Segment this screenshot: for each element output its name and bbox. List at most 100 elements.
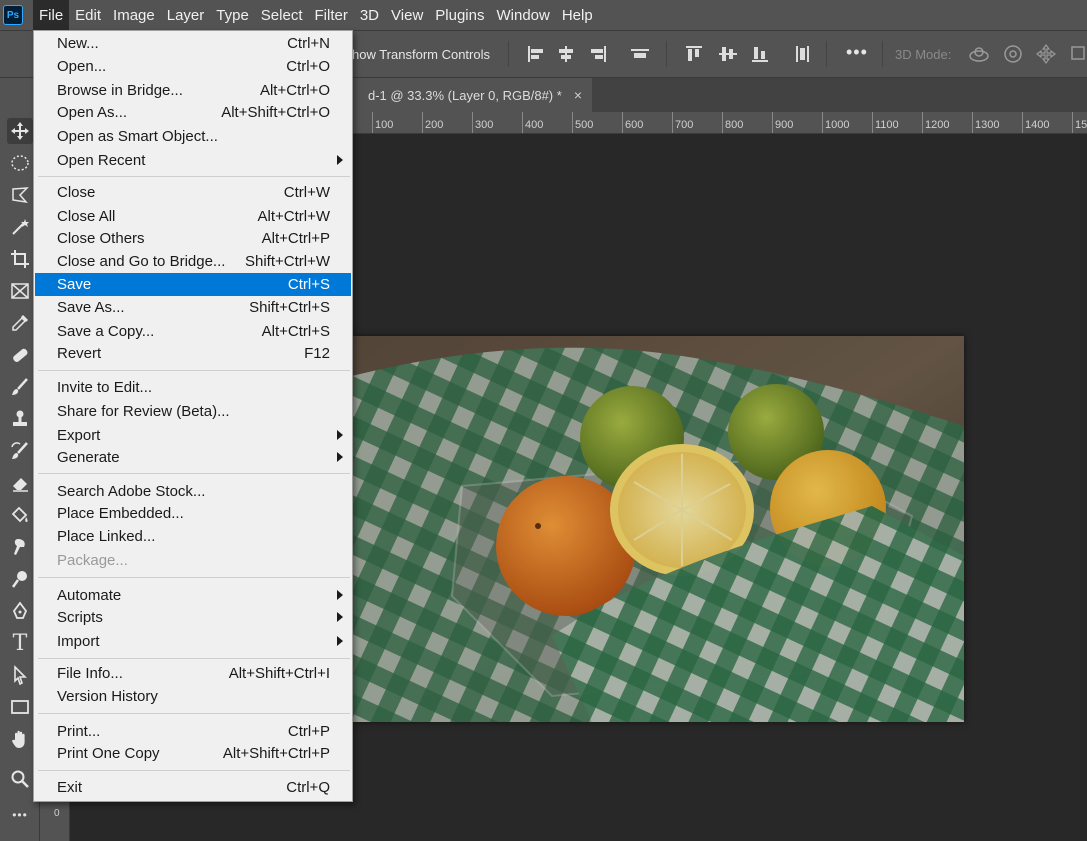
3d-slide-icon[interactable] <box>1068 43 1087 65</box>
history-brush-tool-icon[interactable] <box>7 438 33 464</box>
crop-tool-icon[interactable] <box>7 246 33 272</box>
menu-select[interactable]: Select <box>255 0 309 30</box>
3d-pan-icon[interactable] <box>1035 43 1057 65</box>
menu-window[interactable]: Window <box>490 0 555 30</box>
elliptical-marquee-tool-icon[interactable] <box>7 150 33 176</box>
menu-item-close-all[interactable]: Close All Alt+Ctrl+W <box>35 205 351 228</box>
3d-roll-icon[interactable] <box>1002 43 1024 65</box>
menu-item-shortcut: Alt+Ctrl+W <box>257 208 330 225</box>
distribute-vertically-icon[interactable] <box>792 45 812 63</box>
menu-item-invite-to-edit[interactable]: Invite to Edit... <box>35 376 351 399</box>
paint-bucket-tool-icon[interactable] <box>7 502 33 528</box>
document-image[interactable] <box>352 336 964 722</box>
menu-item-version-history[interactable]: Version History <box>35 685 351 708</box>
ruler-tick <box>1022 112 1023 133</box>
menu-help[interactable]: Help <box>556 0 599 30</box>
menu-item-browse-in-bridge[interactable]: Browse in Bridge... Alt+Ctrl+O <box>35 79 351 102</box>
type-tool-icon[interactable]: T <box>7 630 33 656</box>
lasso-tool-icon[interactable] <box>7 182 33 208</box>
close-icon[interactable]: × <box>574 87 582 103</box>
menu-item-generate[interactable]: Generate <box>35 446 351 469</box>
align-left-edges-icon[interactable] <box>526 45 546 63</box>
move-tool-icon[interactable] <box>7 118 33 144</box>
more-options-icon[interactable]: ••• <box>846 43 868 61</box>
menu-item-import[interactable]: Import <box>35 630 351 653</box>
menu-3d[interactable]: 3D <box>354 0 385 30</box>
brush-tool-icon[interactable] <box>7 374 33 400</box>
eyedropper-tool-icon[interactable] <box>7 310 33 336</box>
menu-item-print[interactable]: Print... Ctrl+P <box>35 720 351 743</box>
align-bottom-edges-icon[interactable] <box>750 45 770 63</box>
menu-item-close-and-go-to-bridge[interactable]: Close and Go to Bridge... Shift+Ctrl+W <box>35 250 351 273</box>
path-selection-tool-icon[interactable] <box>7 662 33 688</box>
ruler-label: 500 <box>575 119 594 131</box>
menu-item-open[interactable]: Open... Ctrl+O <box>35 55 351 78</box>
clone-stamp-tool-icon[interactable] <box>7 406 33 432</box>
healing-brush-tool-icon[interactable] <box>7 342 33 368</box>
menu-item-open-as-smart-object[interactable]: Open as Smart Object... <box>35 125 351 148</box>
align-horizontal-centers-icon[interactable] <box>556 45 576 63</box>
ruler-label: 700 <box>675 119 694 131</box>
menu-file[interactable]: File <box>33 0 70 30</box>
edit-toolbar-icon[interactable]: ••• <box>7 802 33 828</box>
menu-item-open-as[interactable]: Open As... Alt+Shift+Ctrl+O <box>35 101 351 124</box>
magic-wand-tool-icon[interactable] <box>7 214 33 240</box>
3d-mode-label: 3D Mode: <box>895 46 952 62</box>
eraser-tool-icon[interactable] <box>7 470 33 496</box>
menu-item-save-a-copy[interactable]: Save a Copy... Alt+Ctrl+S <box>35 320 351 343</box>
menu-item-search-adobe-stock[interactable]: Search Adobe Stock... <box>35 480 351 503</box>
menu-item-shortcut: Alt+Shift+Ctrl+P <box>222 745 330 762</box>
menu-separator <box>38 770 350 771</box>
ruler-label: 400 <box>525 119 544 131</box>
menu-layer[interactable]: Layer <box>161 0 211 30</box>
menu-item-share-for-review[interactable]: Share for Review (Beta)... <box>35 400 351 423</box>
menu-item-file-info[interactable]: File Info... Alt+Shift+Ctrl+I <box>35 662 351 685</box>
file-menu: New... Ctrl+N Open... Ctrl+O Browse in Bri… <box>33 30 353 802</box>
menu-item-print-one-copy[interactable]: Print One Copy Alt+Shift+Ctrl+P <box>35 742 351 765</box>
menu-item-scripts[interactable]: Scripts <box>35 606 351 629</box>
menu-item-save-as[interactable]: Save As... Shift+Ctrl+S <box>35 296 351 319</box>
hand-tool-icon[interactable] <box>7 726 33 752</box>
menu-separator <box>38 370 350 371</box>
ruler-label: 300 <box>475 119 494 131</box>
menu-item-save[interactable]: Save Ctrl+S <box>35 273 351 296</box>
menu-item-new[interactable]: New... Ctrl+N <box>35 32 351 55</box>
frame-tool-icon[interactable] <box>7 278 33 304</box>
menu-item-open-recent[interactable]: Open Recent <box>35 149 351 172</box>
pen-tool-icon[interactable] <box>7 598 33 624</box>
menu-item-revert[interactable]: Revert F12 <box>35 342 351 365</box>
align-right-edges-icon[interactable] <box>588 45 608 63</box>
menu-item-label: New... <box>57 35 99 52</box>
menu-item-label: Save a Copy... <box>57 323 155 340</box>
menu-type[interactable]: Type <box>210 0 255 30</box>
show-transform-controls-label[interactable]: how Transform Controls <box>352 31 490 77</box>
menu-item-export[interactable]: Export <box>35 424 351 447</box>
zoom-tool-icon[interactable] <box>7 766 33 792</box>
menu-item-place-embedded[interactable]: Place Embedded... <box>35 502 351 525</box>
menu-filter[interactable]: Filter <box>309 0 354 30</box>
menu-image[interactable]: Image <box>107 0 161 30</box>
menu-item-label: Generate <box>57 449 120 466</box>
rectangle-tool-icon[interactable] <box>7 694 33 720</box>
menu-edit[interactable]: Edit <box>69 0 107 30</box>
menu-item-exit[interactable]: Exit Ctrl+Q <box>35 776 351 799</box>
dodge-tool-icon[interactable] <box>7 566 33 592</box>
menu-item-automate[interactable]: Automate <box>35 584 351 607</box>
menu-item-label: Save <box>57 276 92 293</box>
menu-item-place-linked[interactable]: Place Linked... <box>35 525 351 548</box>
menu-separator <box>38 577 350 578</box>
menu-item-label: Close and Go to Bridge... <box>57 253 226 270</box>
menu-view[interactable]: View <box>385 0 429 30</box>
menu-item-close-others[interactable]: Close Others Alt+Ctrl+P <box>35 227 351 250</box>
menu-item-label: Close <box>57 184 96 201</box>
align-top-edges-icon[interactable] <box>684 45 704 63</box>
menu-item-label: Exit <box>57 779 83 796</box>
menu-plugins[interactable]: Plugins <box>429 0 490 30</box>
smudge-tool-icon[interactable] <box>7 534 33 560</box>
menu-item-close[interactable]: Close Ctrl+W <box>35 181 351 204</box>
align-vertical-centers-icon[interactable] <box>718 45 738 63</box>
menu-item-package: Package... <box>35 549 351 572</box>
menu-item-label: Save As... <box>57 299 125 316</box>
3d-orbit-icon[interactable] <box>968 43 990 65</box>
distribute-horizontally-icon[interactable] <box>630 45 650 63</box>
